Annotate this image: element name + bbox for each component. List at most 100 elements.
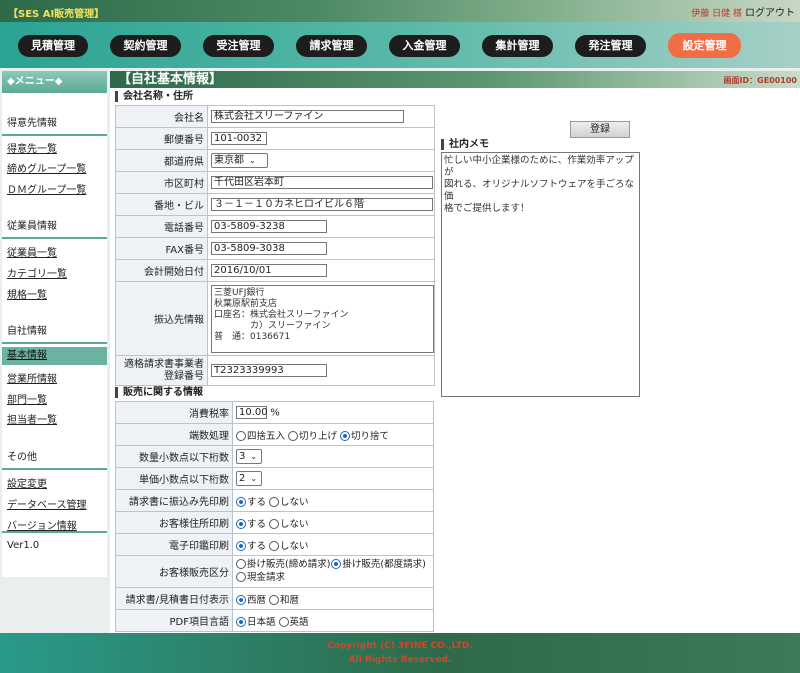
invoice-number-input[interactable]: T2323339993 bbox=[211, 364, 327, 377]
address-input[interactable]: ３－１－１０カネヒロイビル６階 bbox=[211, 198, 433, 211]
memo-title: 社内メモ bbox=[441, 139, 489, 150]
memo-textarea[interactable]: 忙しい中小企業様のために、作業効率アップが 図れる、オリジナルソフトウェアを手ご… bbox=[441, 152, 640, 397]
sidebar-item-category-list[interactable]: カテゴリ一覧 bbox=[7, 265, 67, 280]
stamp-print-yes[interactable]: する bbox=[236, 538, 266, 552]
qty-decimal-value: 3 bbox=[239, 451, 246, 462]
qty-decimal-select[interactable]: 3 ⌄ bbox=[236, 449, 262, 464]
rounding-down[interactable]: 切り捨て bbox=[340, 428, 389, 442]
sidebar-section-employee: 従業員情報 bbox=[2, 217, 107, 239]
stamp-print-group: する しない bbox=[232, 533, 434, 556]
sidebar: ◆メニュー◆ 得意先情報 得意先一覧 締めグループ一覧 ＤＭグループ一覧 従業員… bbox=[2, 71, 107, 577]
sidebar-section-company: 自社情報 bbox=[2, 322, 107, 344]
invoice-print-yes[interactable]: する bbox=[236, 494, 266, 508]
nav-order[interactable]: 受注管理 bbox=[203, 35, 274, 57]
sidebar-item-staff-list[interactable]: 担当者一覧 bbox=[7, 411, 57, 426]
nav-purchase[interactable]: 発注管理 bbox=[575, 35, 646, 57]
sidebar-item-dm-group[interactable]: ＤＭグループ一覧 bbox=[7, 181, 86, 196]
pdf-lang-japanese[interactable]: 日本語 bbox=[236, 614, 276, 628]
rights-text: All Rights Reserved. bbox=[348, 655, 452, 665]
tel-label: 電話番号 bbox=[115, 215, 208, 238]
sidebar-section-other: その他 bbox=[2, 448, 107, 470]
rounding-round[interactable]: 四捨五入 bbox=[236, 428, 285, 442]
sales-type-group: 掛け販売(締め請求) 掛け販売(都度請求) 現金請求 bbox=[232, 555, 434, 588]
address-print-label: お客様住所印刷 bbox=[115, 511, 233, 534]
address-print-group: する しない bbox=[232, 511, 434, 534]
sales-type-cash[interactable]: 現金請求 bbox=[236, 572, 285, 584]
fax-input[interactable]: 03-5809-3038 bbox=[211, 242, 327, 255]
address-label: 番地・ビル bbox=[115, 193, 208, 216]
rounding-group: 四捨五入 切り上げ 切り捨て bbox=[232, 423, 434, 446]
date-format-western[interactable]: 西暦 bbox=[236, 592, 266, 606]
bank-info-textarea[interactable]: 三菱UFJ銀行 秋葉原駅前支店 口座名：株式会社スリーファイン カ）スリーファイ… bbox=[211, 284, 434, 353]
app-title: 【SES AI販売管理】 bbox=[8, 9, 105, 20]
prefecture-label: 都道府県 bbox=[115, 149, 208, 172]
nav-payment[interactable]: 入金管理 bbox=[389, 35, 460, 57]
sidebar-section-customer: 得意先情報 bbox=[2, 114, 107, 136]
company-name-label: 会社名 bbox=[115, 105, 208, 128]
sidebar-item-closing-group[interactable]: 締めグループ一覧 bbox=[7, 160, 86, 175]
sales-type-credit-closing[interactable]: 掛け販売(締め請求) bbox=[236, 559, 330, 571]
sidebar-item-spec-list[interactable]: 規格一覧 bbox=[7, 286, 47, 301]
main-nav: 見積管理 契約管理 受注管理 請求管理 入金管理 集計管理 発注管理 設定管理 bbox=[0, 22, 800, 68]
main-content: 会社名称・住所 会社名 株式会社スリーファイン 郵便番号 101-0032 都道… bbox=[110, 88, 800, 633]
nav-summary[interactable]: 集計管理 bbox=[482, 35, 553, 57]
zip-input[interactable]: 101-0032 bbox=[211, 132, 267, 145]
date-format-japanese[interactable]: 和暦 bbox=[269, 592, 299, 606]
fiscal-start-input[interactable]: 2016/10/01 bbox=[211, 264, 327, 277]
tax-rate-input[interactable]: 10.00 bbox=[236, 406, 268, 419]
sales-type-credit-each[interactable]: 掛け販売(都度請求) bbox=[331, 559, 426, 571]
pdf-lang-label: PDF項目言語 bbox=[115, 609, 233, 632]
sidebar-item-settings-change[interactable]: 設定変更 bbox=[7, 475, 47, 490]
screen-id: 画面ID：GE00100 bbox=[723, 76, 797, 85]
rounding-label: 端数処理 bbox=[115, 423, 233, 446]
sidebar-item-database[interactable]: データベース管理 bbox=[7, 496, 87, 511]
invoice-print-no[interactable]: しない bbox=[269, 494, 309, 508]
sidebar-item-basic-info[interactable]: 基本情報 bbox=[2, 347, 107, 365]
sidebar-divider bbox=[2, 531, 107, 533]
invoice-number-label-2: 登録番号 bbox=[164, 370, 204, 382]
address-print-yes[interactable]: する bbox=[236, 516, 266, 530]
sidebar-title: ◆メニュー◆ bbox=[2, 71, 107, 93]
price-decimal-label: 単価小数点以下桁数 bbox=[115, 467, 233, 490]
price-decimal-value: 2 bbox=[239, 473, 246, 484]
version-text: Ver1.0 bbox=[7, 540, 40, 551]
sidebar-item-version: バージョン情報 bbox=[7, 521, 77, 532]
sales-form: 消費税率 10.00 % 端数処理 四捨五入 切り上げ 切り捨て 数量小数点以下桁数… bbox=[115, 401, 434, 632]
date-format-group: 西暦 和暦 bbox=[232, 587, 434, 610]
address-print-no[interactable]: しない bbox=[269, 516, 309, 530]
company-form: 会社名 株式会社スリーファイン 郵便番号 101-0032 都道府県 東京都 ⌄ … bbox=[115, 105, 435, 386]
chevron-down-icon: ⌄ bbox=[249, 156, 256, 165]
footer: Copyright (C) 3FINE CO.,LTD. All Rights … bbox=[0, 633, 800, 673]
price-decimal-select[interactable]: 2 ⌄ bbox=[236, 471, 262, 486]
logout-link[interactable]: ログアウト bbox=[745, 4, 795, 19]
tel-input[interactable]: 03-5809-3238 bbox=[211, 220, 327, 233]
sidebar-item-customer-list[interactable]: 得意先一覧 bbox=[7, 140, 57, 155]
invoice-print-group: する しない bbox=[232, 489, 434, 512]
register-button[interactable]: 登録 bbox=[570, 121, 630, 138]
section-company-title: 会社名称・住所 bbox=[115, 91, 193, 102]
sidebar-item-employee-list[interactable]: 従業員一覧 bbox=[7, 244, 57, 259]
nav-settings[interactable]: 設定管理 bbox=[668, 33, 741, 58]
company-name-input[interactable]: 株式会社スリーファイン bbox=[211, 110, 404, 123]
rounding-up[interactable]: 切り上げ bbox=[288, 428, 337, 442]
chevron-down-icon: ⌄ bbox=[250, 474, 258, 483]
date-format-label: 請求書/見積書日付表示 bbox=[115, 587, 233, 610]
copyright-text: Copyright (C) 3FINE CO.,LTD. bbox=[327, 641, 473, 651]
city-input[interactable]: 千代田区岩本町 bbox=[211, 176, 433, 189]
stamp-print-label: 電子印鑑印刷 bbox=[115, 533, 233, 556]
pdf-lang-english[interactable]: 英語 bbox=[278, 614, 309, 628]
tax-rate-label: 消費税率 bbox=[115, 401, 233, 424]
page-title: 【自社基本情報】 bbox=[118, 72, 223, 87]
section-sales-title: 販売に関する情報 bbox=[115, 387, 203, 398]
user-name: 伊藤 日健 様 bbox=[691, 9, 742, 19]
nav-billing[interactable]: 請求管理 bbox=[296, 35, 367, 57]
sidebar-item-department-list[interactable]: 部門一覧 bbox=[7, 391, 47, 406]
page-header: 【自社基本情報】 画面ID：GE00100 bbox=[110, 71, 800, 88]
nav-estimate[interactable]: 見積管理 bbox=[18, 35, 88, 57]
invoice-number-label: 適格請求書事業者 登録番号 bbox=[115, 355, 208, 386]
prefecture-select[interactable]: 東京都 ⌄ bbox=[211, 153, 268, 168]
sidebar-item-office-info[interactable]: 営業所情報 bbox=[7, 370, 57, 385]
stamp-print-no[interactable]: しない bbox=[269, 538, 309, 552]
invoice-print-label: 請求書に振込み先印刷 bbox=[115, 489, 233, 512]
nav-contract[interactable]: 契約管理 bbox=[110, 35, 181, 57]
